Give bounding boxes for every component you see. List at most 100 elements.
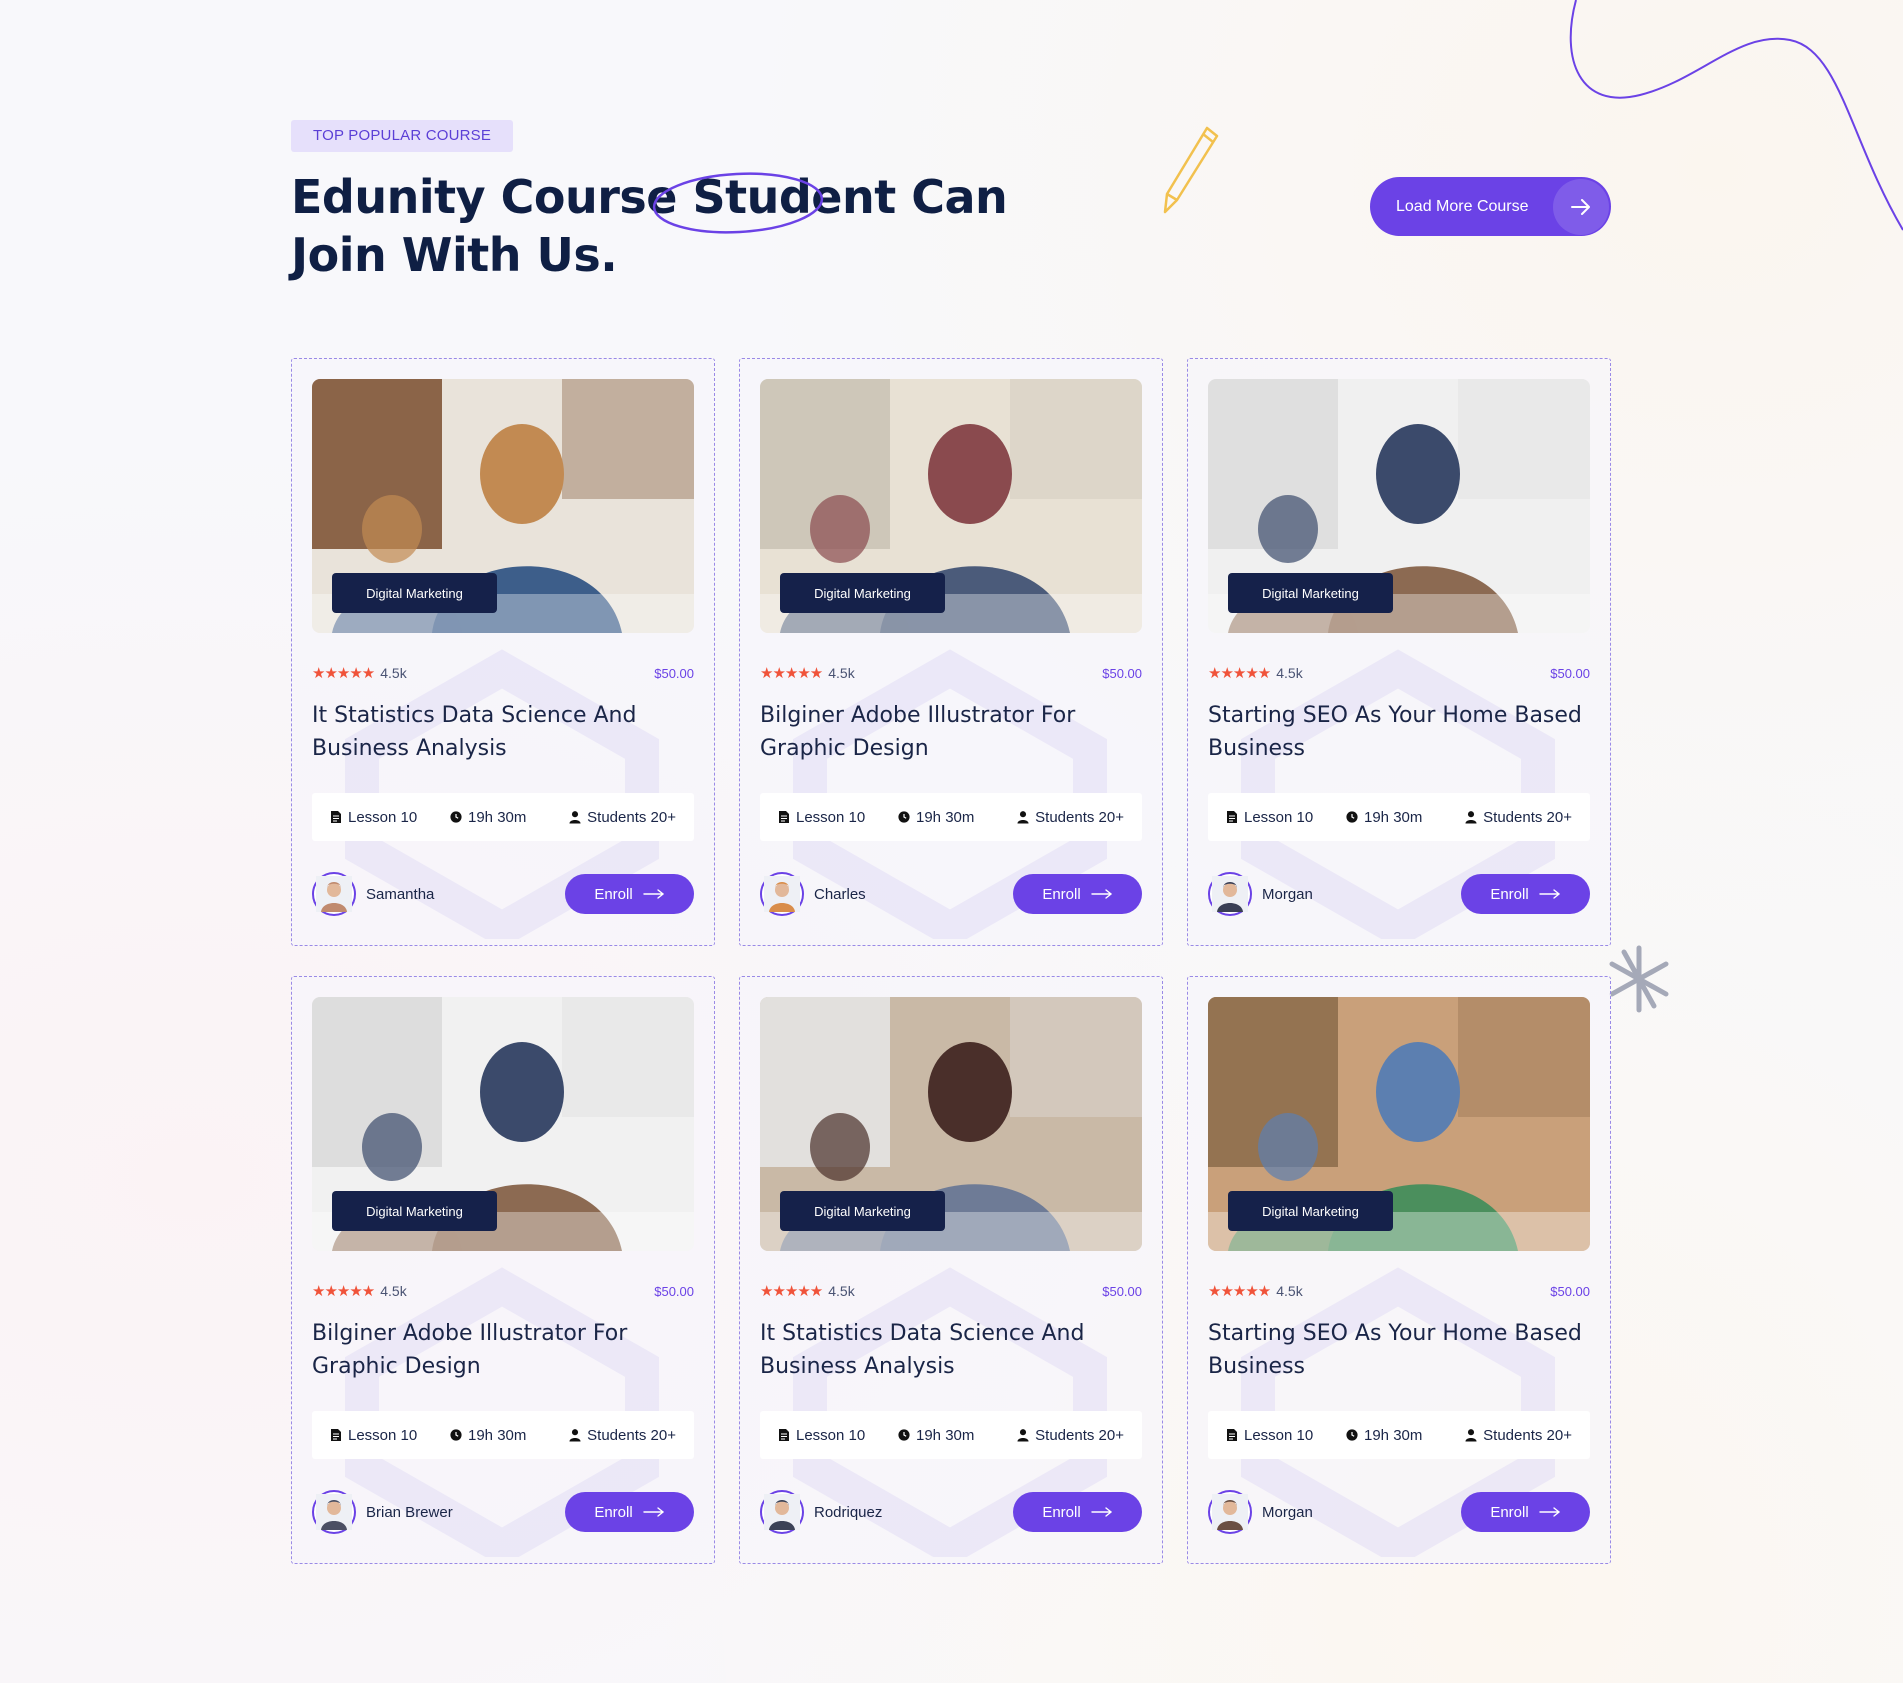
students-info: Students 20+ [560,1427,676,1444]
students-label: Students 20+ [1035,808,1124,826]
category-label: Digital Marketing [1262,585,1359,601]
section-title: Edunity Course Student Can Join With Us. [291,168,1051,284]
document-icon [1226,1428,1238,1442]
meta-row: ★★★★★ 4.5k $50.00 [1208,1281,1590,1301]
author[interactable]: Morgan [1208,1490,1313,1534]
photo-shape [1010,997,1142,1117]
course-price: $50.00 [654,665,694,681]
star-rating-icon: ★★★★★ [312,665,375,682]
duration-info: 19h 30m [450,809,560,826]
load-more-button[interactable]: Load More Course [1370,177,1611,236]
enroll-button[interactable]: Enroll [1461,874,1590,914]
card-footer: Brian Brewer Enroll [312,1490,694,1534]
enroll-button[interactable]: Enroll [565,874,694,914]
lessons-label: Lesson 10 [348,1426,418,1444]
category-label: Digital Marketing [1262,1203,1359,1219]
avatar [1208,872,1252,916]
course-title[interactable]: Bilginer Adobe Illustrator For Graphic D… [312,1317,694,1383]
students-label: Students 20+ [1035,1426,1124,1444]
category-tag[interactable]: Digital Marketing [1228,573,1393,613]
clock-icon [450,810,462,824]
course-title[interactable]: Bilginer Adobe Illustrator For Graphic D… [760,699,1142,765]
duration-label: 19h 30m [468,808,527,826]
enroll-button[interactable]: Enroll [565,1492,694,1532]
category-tag[interactable]: Digital Marketing [780,1191,945,1231]
course-card[interactable]: Digital Marketing ★★★★★ 4.5k $50.00 Bilg… [739,358,1163,946]
photo-shape [1376,424,1460,524]
students-info: Students 20+ [1008,809,1124,826]
meta-row: ★★★★★ 4.5k $50.00 [312,663,694,683]
course-price: $50.00 [1550,1283,1590,1299]
enroll-label: Enroll [594,885,633,903]
course-card[interactable]: Digital Marketing ★★★★★ 4.5k $50.00 Star… [1187,976,1611,1564]
category-label: Digital Marketing [366,585,463,601]
lessons-label: Lesson 10 [1244,1426,1314,1444]
arrow-right-icon [1090,1504,1113,1521]
author[interactable]: Morgan [1208,872,1313,916]
course-thumbnail[interactable]: Digital Marketing [760,379,1142,633]
course-thumbnail[interactable]: Digital Marketing [1208,379,1590,633]
decorative-curve [1569,0,1903,231]
clock-icon [1346,1428,1358,1442]
category-tag[interactable]: Digital Marketing [332,1191,497,1231]
category-tag[interactable]: Digital Marketing [332,573,497,613]
meta-row: ★★★★★ 4.5k $50.00 [760,1281,1142,1301]
user-icon [569,1428,581,1442]
course-thumbnail[interactable]: Digital Marketing [312,379,694,633]
clock-icon [1346,810,1358,824]
avatar-shape [775,883,789,897]
enroll-button[interactable]: Enroll [1013,874,1142,914]
document-icon [1226,810,1238,824]
card-footer: Morgan Enroll [1208,872,1590,916]
students-label: Students 20+ [587,1426,676,1444]
author[interactable]: Samantha [312,872,434,916]
course-card[interactable]: Digital Marketing ★★★★★ 4.5k $50.00 Star… [1187,358,1611,946]
user-icon [569,810,581,824]
avatar-shape [327,1501,341,1515]
course-price: $50.00 [1102,1283,1142,1299]
star-rating-icon: ★★★★★ [1208,1283,1271,1300]
title-line-2: Join With Us. [291,228,618,282]
section-badge: TOP POPULAR COURSE [291,120,514,152]
category-label: Digital Marketing [814,585,911,601]
card-footer: Samantha Enroll [312,872,694,916]
avatar [760,872,804,916]
avatar [760,1490,804,1534]
course-card[interactable]: Digital Marketing ★★★★★ 4.5k $50.00 It S… [291,358,715,946]
lessons-label: Lesson 10 [796,808,866,826]
students-info: Students 20+ [560,809,676,826]
author-name: Samantha [366,885,435,903]
enroll-button[interactable]: Enroll [1461,1492,1590,1532]
course-card[interactable]: Digital Marketing ★★★★★ 4.5k $50.00 Bilg… [291,976,715,1564]
course-info-bar: Lesson 10 19h 30m Students 20+ [1208,793,1590,841]
photo-shape [1010,379,1142,499]
photo-shape [480,424,564,524]
course-thumbnail[interactable]: Digital Marketing [760,997,1142,1251]
author[interactable]: Rodriquez [760,1490,882,1534]
category-label: Digital Marketing [366,1203,463,1219]
course-info-bar: Lesson 10 19h 30m Students 20+ [312,1411,694,1459]
course-title[interactable]: It Statistics Data Science And Business … [760,1317,1142,1383]
course-title[interactable]: Starting SEO As Your Home Based Business [1208,1317,1590,1383]
star-rating-icon: ★★★★★ [1208,665,1271,682]
course-card[interactable]: Digital Marketing ★★★★★ 4.5k $50.00 It S… [739,976,1163,1564]
author[interactable]: Charles [760,872,866,916]
category-tag[interactable]: Digital Marketing [780,573,945,613]
avatar-shape [327,883,341,897]
enroll-button[interactable]: Enroll [1013,1492,1142,1532]
duration-label: 19h 30m [1364,808,1423,826]
clock-icon [450,1428,462,1442]
course-info-bar: Lesson 10 19h 30m Students 20+ [312,793,694,841]
enroll-label: Enroll [1490,1503,1529,1521]
course-price: $50.00 [654,1283,694,1299]
author[interactable]: Brian Brewer [312,1490,453,1534]
arrow-right-icon [642,886,665,903]
course-thumbnail[interactable]: Digital Marketing [1208,997,1590,1251]
category-tag[interactable]: Digital Marketing [1228,1191,1393,1231]
rating-count: 4.5k [1276,665,1303,681]
photo-shape [362,1113,422,1181]
course-title[interactable]: It Statistics Data Science And Business … [312,699,694,765]
course-info-bar: Lesson 10 19h 30m Students 20+ [760,793,1142,841]
course-thumbnail[interactable]: Digital Marketing [312,997,694,1251]
course-title[interactable]: Starting SEO As Your Home Based Business [1208,699,1590,765]
